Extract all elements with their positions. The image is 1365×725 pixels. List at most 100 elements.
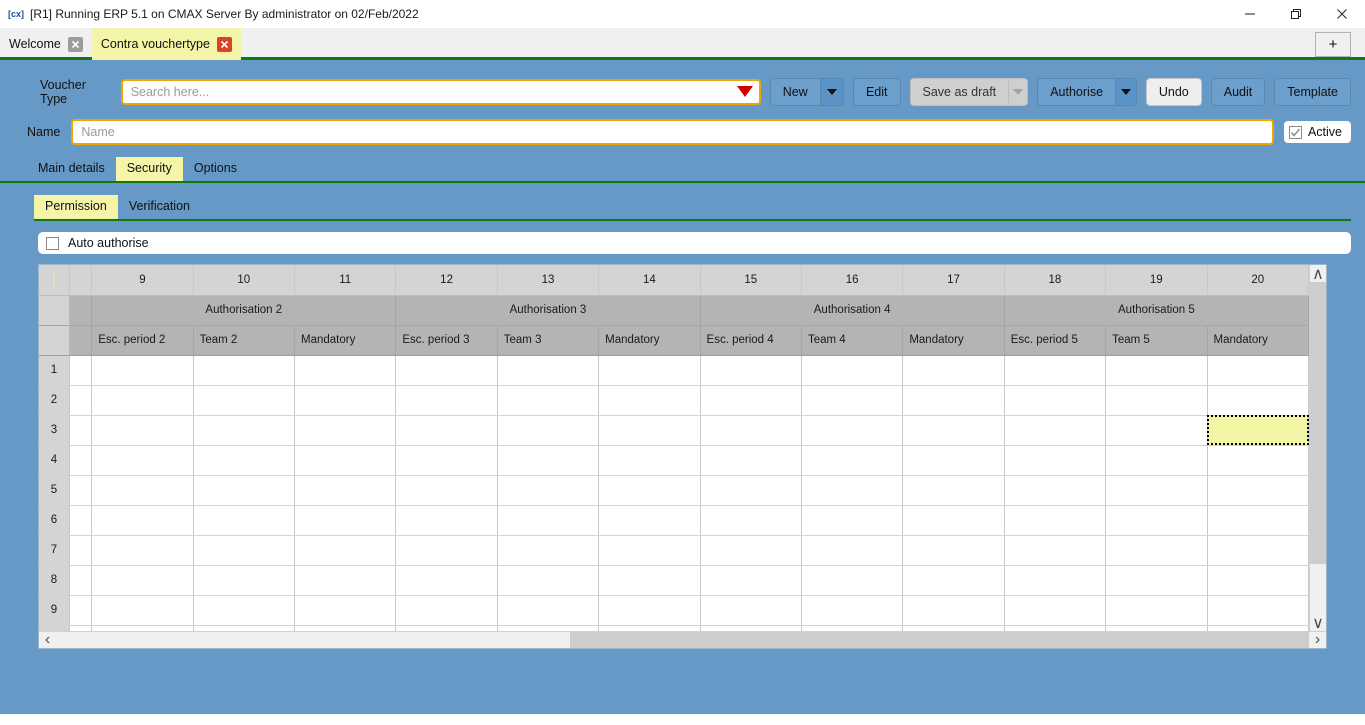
row-number-cell[interactable]: 3 (39, 415, 70, 446)
table-row[interactable]: 9 (39, 595, 1309, 626)
table-row[interactable]: 1 (39, 355, 1309, 386)
grid-cell[interactable] (497, 565, 600, 596)
close-icon[interactable] (1319, 0, 1365, 28)
grid-cell[interactable] (700, 445, 802, 476)
horizontal-scroll-thumb[interactable] (569, 631, 1309, 648)
grid-cell[interactable] (801, 355, 904, 386)
grid-cell[interactable] (1004, 415, 1107, 446)
grid-cell[interactable] (1207, 355, 1309, 386)
save-as-draft-button[interactable]: Save as draft (909, 78, 1029, 106)
scroll-left-icon[interactable]: ‹ (39, 631, 56, 648)
grid-cell[interactable] (801, 385, 904, 416)
grid-cell[interactable] (700, 595, 802, 626)
partial-column-cell[interactable] (69, 385, 93, 416)
grid-cell[interactable] (395, 415, 498, 446)
grid-cell[interactable] (193, 385, 295, 416)
scroll-right-icon[interactable]: › (1309, 631, 1326, 648)
column-number-header[interactable]: 10 (193, 265, 295, 296)
grid-cell[interactable] (395, 505, 498, 536)
tab-verification[interactable]: Verification (118, 195, 201, 219)
tab-options[interactable]: Options (183, 157, 248, 181)
scroll-up-icon[interactable]: ∧ (1309, 265, 1326, 283)
grid-cell[interactable] (395, 565, 498, 596)
grid-cell[interactable] (598, 505, 701, 536)
row-number-cell[interactable]: 5 (39, 475, 70, 506)
close-icon[interactable] (67, 36, 83, 52)
grid-cell[interactable] (294, 415, 397, 446)
column-header[interactable]: Esc. period 4 (700, 325, 802, 356)
grid-cell[interactable] (497, 595, 600, 626)
grid-cell[interactable] (497, 535, 600, 566)
grid-cell[interactable] (598, 595, 701, 626)
partial-column-cell[interactable] (69, 505, 93, 536)
grid-cell[interactable] (497, 505, 600, 536)
document-tab-welcome[interactable]: Welcome (0, 28, 92, 60)
grid-cell[interactable] (1004, 535, 1107, 566)
grid-cell[interactable] (801, 475, 904, 506)
grid-cell[interactable] (91, 595, 194, 626)
table-row[interactable]: 6 (39, 505, 1309, 536)
grid-cell[interactable] (801, 415, 904, 446)
grid-cell[interactable] (902, 565, 1005, 596)
grid-cell[interactable] (598, 475, 701, 506)
grid-cell[interactable] (193, 535, 295, 566)
column-header[interactable]: Mandatory (294, 325, 397, 356)
audit-button[interactable]: Audit (1210, 78, 1266, 106)
horizontal-scrollbar[interactable]: ‹ › (39, 631, 1326, 648)
new-button[interactable]: New (769, 78, 844, 106)
partial-column-cell[interactable] (69, 595, 93, 626)
grid-cell[interactable] (1207, 535, 1309, 566)
partial-column-cell[interactable] (69, 535, 93, 566)
authorise-button[interactable]: Authorise (1037, 78, 1137, 106)
row-number-cell[interactable]: 2 (39, 385, 70, 416)
row-number-cell[interactable]: 4 (39, 445, 70, 476)
row-number-cell[interactable]: 7 (39, 535, 70, 566)
vertical-scroll-thumb[interactable] (1309, 282, 1326, 565)
table-row[interactable]: 8 (39, 565, 1309, 596)
search-input[interactable] (120, 79, 761, 105)
column-number-header[interactable]: 11 (294, 265, 397, 296)
column-number-header[interactable]: 12 (395, 265, 498, 296)
grid-cell[interactable] (598, 445, 701, 476)
column-number-header[interactable]: 18 (1004, 265, 1107, 296)
vertical-scroll-track[interactable] (1309, 282, 1326, 614)
column-header[interactable]: Team 4 (801, 325, 904, 356)
column-number-header[interactable]: 19 (1105, 265, 1208, 296)
grid-cell[interactable] (801, 595, 904, 626)
partial-column-cell[interactable] (69, 355, 93, 386)
grid-cell[interactable] (1207, 475, 1309, 506)
column-header[interactable]: Team 2 (193, 325, 295, 356)
tab-security[interactable]: Security (115, 157, 183, 181)
column-header[interactable]: Esc. period 2 (91, 325, 194, 356)
row-number-cell[interactable]: 1 (39, 355, 70, 386)
grid-cell[interactable] (1105, 385, 1208, 416)
table-row[interactable]: 7 (39, 535, 1309, 566)
grid-cell[interactable] (801, 445, 904, 476)
column-number-header[interactable]: 20 (1207, 265, 1309, 296)
grid-cell[interactable] (700, 535, 802, 566)
grid-cell[interactable] (91, 535, 194, 566)
grid-cell[interactable] (91, 505, 194, 536)
row-number-cell[interactable]: 9 (39, 595, 70, 626)
grid-cell[interactable] (1105, 505, 1208, 536)
minimize-icon[interactable] (1227, 0, 1273, 28)
column-header[interactable]: Mandatory (1207, 325, 1309, 356)
grid-cell[interactable] (1004, 565, 1107, 596)
table-row[interactable]: 5 (39, 475, 1309, 506)
grid-cell[interactable] (902, 385, 1005, 416)
grid-cell[interactable] (294, 535, 397, 566)
grid-cell[interactable] (193, 415, 295, 446)
grid-cell[interactable] (1207, 505, 1309, 536)
grid-cell[interactable] (801, 535, 904, 566)
grid-cell[interactable] (294, 445, 397, 476)
grid-cell[interactable] (91, 445, 194, 476)
grid-cell[interactable] (598, 415, 701, 446)
grid-cell[interactable] (395, 595, 498, 626)
grid-cell[interactable] (193, 565, 295, 596)
grid-cell[interactable] (91, 415, 194, 446)
select-all-cell[interactable] (39, 265, 70, 296)
grid-cell[interactable] (1105, 415, 1208, 446)
column-header[interactable]: Mandatory (598, 325, 701, 356)
checkbox-unchecked-icon[interactable] (46, 236, 59, 250)
grid-cell[interactable] (395, 475, 498, 506)
